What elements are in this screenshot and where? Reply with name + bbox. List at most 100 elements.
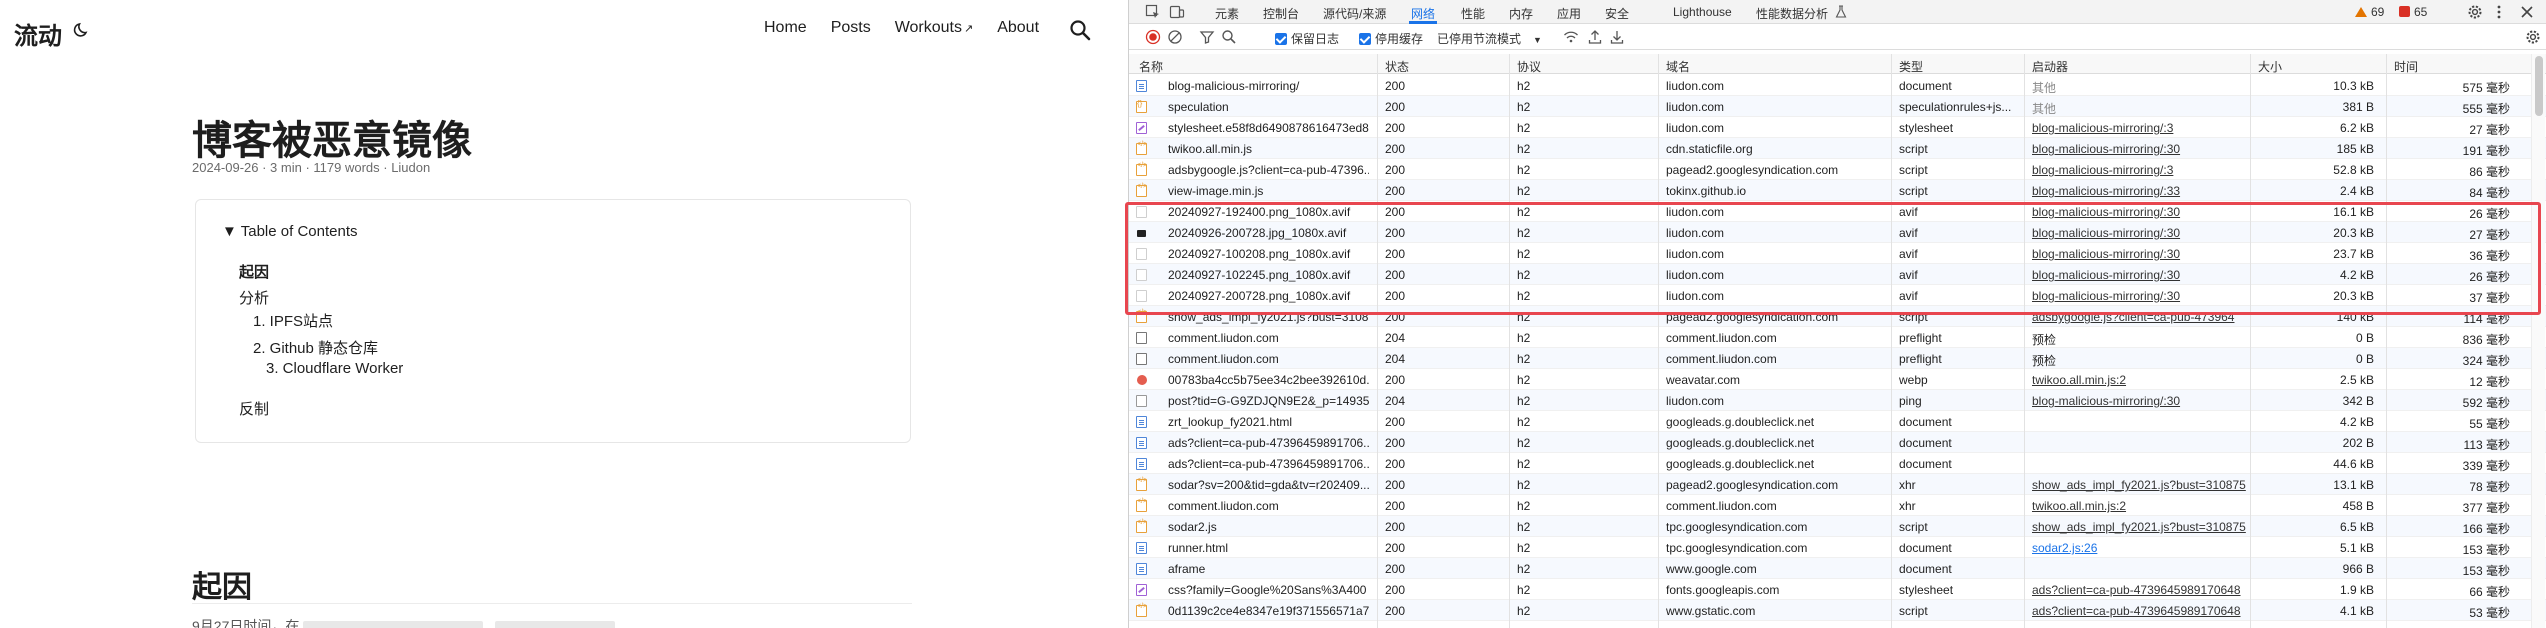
request-row[interactable]: 00783ba4cc5b75ee34c2bee392610d... 200 h2 we… [1129, 369, 2546, 390]
scrollbar-thumb[interactable] [2535, 56, 2543, 116]
request-row[interactable]: 20240927-100208.png_1080x.avif 200 h2 liudo… [1129, 243, 2546, 264]
tab-lighthouse[interactable]: Lighthouse [1673, 5, 1732, 19]
tab-network[interactable]: 网络 [1411, 5, 1435, 22]
tab-security[interactable]: 安全 [1605, 5, 1629, 22]
cell-initiator[interactable]: twikoo.all.min.js:2 [2032, 499, 2246, 513]
cell-initiator[interactable]: blog-malicious-mirroring/:30 [2032, 142, 2246, 156]
device-toolbar-icon[interactable] [1169, 4, 1185, 20]
request-row[interactable]: comment.liudon.com 200 h2 comment.liudon.co… [1129, 495, 2546, 516]
settings-gear-icon[interactable] [2467, 4, 2483, 20]
nav-workouts[interactable]: Workouts ↗ [895, 19, 974, 37]
toc-item[interactable]: 分析 [239, 287, 269, 308]
cell-initiator[interactable]: blog-malicious-mirroring/:30 [2032, 289, 2246, 303]
clear-log-icon[interactable] [1167, 29, 1183, 45]
cell-initiator[interactable]: sodar2.js:26 [2032, 541, 2246, 555]
throttling-select[interactable]: 已停用节流模式 ▼ [1437, 30, 1542, 47]
request-row[interactable]: show_ads_impl_fy2021.js?bust=3108... 200 h… [1129, 306, 2546, 327]
disable-cache-checkbox[interactable]: 停用缓存 [1359, 30, 1423, 47]
request-row[interactable]: 20240926-200728.jpg_1080x.avif 200 h2 liudo… [1129, 222, 2546, 243]
toc-toggle[interactable]: ▼ Table of Contents [222, 223, 357, 240]
request-row[interactable]: 20240927-200728.png_1080x.avif 200 h2 liudo… [1129, 285, 2546, 306]
inspect-element-icon[interactable] [1145, 4, 1161, 20]
network-settings-icon[interactable] [2525, 29, 2541, 45]
cell-time: 836 毫秒 [2462, 333, 2510, 347]
request-row[interactable]: blog-malicious-mirroring/200 h2 liudon.com… [1129, 75, 2546, 96]
nav-posts[interactable]: Posts [831, 19, 871, 37]
cell-initiator[interactable]: adsbygoogle.js?client=ca-pub-473964 [2032, 310, 2246, 324]
tab-performance-insights[interactable]: 性能数据分析 [1756, 5, 1828, 22]
cell-initiator[interactable]: twikoo.all.min.js:2 [2032, 373, 2246, 387]
cell-status: 200 [1385, 415, 1406, 429]
cell-initiator[interactable]: blog-malicious-mirroring/:30 [2032, 247, 2246, 261]
record-stop-icon[interactable] [1145, 29, 1161, 45]
close-devtools-icon[interactable] [2519, 4, 2535, 20]
column-header-initiator[interactable]: 启动器 [2032, 58, 2068, 75]
cell-initiator[interactable]: show_ads_impl_fy2021.js?bust=310875 [2032, 478, 2246, 492]
column-header-name[interactable]: 名称 [1139, 58, 1163, 75]
cell-initiator[interactable]: blog-malicious-mirroring/:33 [2032, 184, 2246, 198]
import-har-icon[interactable] [1587, 29, 1603, 45]
request-row[interactable]: 0d1139c2ce4e8347e19f371556571a7... 200 h2 w… [1129, 600, 2546, 621]
export-har-icon[interactable] [1609, 29, 1625, 45]
request-row[interactable]: aframe 200 h2 www.google.com document 966 B 15… [1129, 558, 2546, 579]
cell-initiator[interactable]: blog-malicious-mirroring/:30 [2032, 205, 2246, 219]
cell-name: zrt_lookup_fy2021.html [1168, 415, 1293, 429]
request-row[interactable]: twikoo.all.min.js 200 h2 cdn.staticfile.org… [1129, 138, 2546, 159]
request-row[interactable]: sodar?sv=200&tid=gda&tv=r202409... 200 h2 p… [1129, 474, 2546, 495]
cell-initiator[interactable]: blog-malicious-mirroring/:3 [2032, 163, 2246, 177]
tab-performance[interactable]: 性能 [1461, 5, 1485, 22]
column-header-status[interactable]: 状态 [1385, 58, 1409, 75]
request-row[interactable]: stylesheet.e58f8d6490878616473ed8... 200 h… [1129, 117, 2546, 138]
request-row[interactable]: ads?client=ca-pub-47396459891706... 200 h2… [1129, 432, 2546, 453]
tab-console[interactable]: 控制台 [1263, 5, 1299, 22]
cell-initiator[interactable]: show_ads_impl_fy2021.js?bust=310875 [2032, 520, 2246, 534]
toc-item[interactable]: 1. IPFS站点 [253, 310, 333, 331]
column-header-time[interactable]: 时间 [2394, 58, 2418, 75]
request-row[interactable]: zrt_lookup_fy2021.html 200 h2 googleads.g.d… [1129, 411, 2546, 432]
search-icon[interactable] [1069, 19, 1091, 41]
network-conditions-icon[interactable] [1563, 29, 1579, 45]
request-row[interactable]: adsbygoogle.js?client=ca-pub-47396... 200… [1129, 159, 2546, 180]
nav-home[interactable]: Home [764, 19, 807, 37]
error-count-badge[interactable]: 65 [2399, 5, 2427, 19]
tab-memory[interactable]: 内存 [1509, 5, 1533, 22]
request-row[interactable]: comment.liudon.com 204 h2 comment.liudon.co… [1129, 348, 2546, 369]
request-row[interactable]: ads?client=ca-pub-47396459891706... 200 h2… [1129, 453, 2546, 474]
toc-item[interactable]: 反制 [239, 398, 269, 419]
column-header-size[interactable]: 大小 [2258, 58, 2282, 75]
toc-item[interactable]: 3. Cloudflare Worker [266, 360, 403, 377]
column-header-protocol[interactable]: 协议 [1517, 58, 1541, 75]
cell-initiator[interactable]: ads?client=ca-pub-4739645989170648 [2032, 604, 2246, 618]
cell-initiator[interactable]: blog-malicious-mirroring/:30 [2032, 226, 2246, 240]
cell-initiator[interactable]: blog-malicious-mirroring/:3 [2032, 121, 2246, 135]
request-row[interactable]: 20240927-102245.png_1080x.avif 200 h2 liudo… [1129, 264, 2546, 285]
cell-initiator[interactable]: blog-malicious-mirroring/:30 [2032, 268, 2246, 282]
column-header-domain[interactable]: 域名 [1666, 58, 1690, 75]
toc-item[interactable]: 2. Github 静态仓库 [253, 337, 378, 358]
request-row[interactable]: sodar2.js 200 h2 tpc.googlesyndication.com s… [1129, 516, 2546, 537]
more-options-icon[interactable] [2491, 4, 2507, 20]
request-row[interactable]: runner.html 200 h2 tpc.googlesyndication.co… [1129, 537, 2546, 558]
vertical-scrollbar[interactable] [2531, 54, 2545, 628]
tab-elements[interactable]: 元素 [1215, 5, 1239, 22]
column-header-type[interactable]: 类型 [1899, 58, 1923, 75]
request-row[interactable]: speculation 200 h2 liudon.com speculationrul… [1129, 96, 2546, 117]
preserve-log-checkbox[interactable]: 保留日志 [1275, 30, 1339, 47]
cell-initiator[interactable]: ads?client=ca-pub-4739645989170648 [2032, 583, 2246, 597]
tab-sources[interactable]: 源代码/来源 [1323, 5, 1386, 22]
site-brand[interactable]: 流动 [14, 16, 62, 51]
request-row[interactable]: comment.liudon.com 204 h2 comment.liudon.co… [1129, 327, 2546, 348]
request-row[interactable]: 20240927-192400.png_1080x.avif 200 h2 liudo… [1129, 201, 2546, 222]
filter-icon[interactable] [1199, 29, 1215, 45]
script-file-icon [1136, 309, 1147, 323]
request-row[interactable]: post?tid=G-G9ZDJQN9E2&_p=14935... 204 h2 li… [1129, 390, 2546, 411]
cell-initiator[interactable]: blog-malicious-mirroring/:30 [2032, 394, 2246, 408]
warning-count-badge[interactable]: 69 [2355, 5, 2384, 19]
search-requests-icon[interactable] [1221, 29, 1237, 45]
moon-icon[interactable] [72, 19, 92, 39]
request-row[interactable]: view-image.min.js 200 h2 tokinx.github.io sc… [1129, 180, 2546, 201]
request-row[interactable]: css?family=Google%20Sans%3A400 200 h2 fonts… [1129, 579, 2546, 600]
tab-application[interactable]: 应用 [1557, 5, 1581, 22]
nav-about[interactable]: About [997, 19, 1039, 37]
toc-item[interactable]: 起因 [239, 261, 269, 282]
